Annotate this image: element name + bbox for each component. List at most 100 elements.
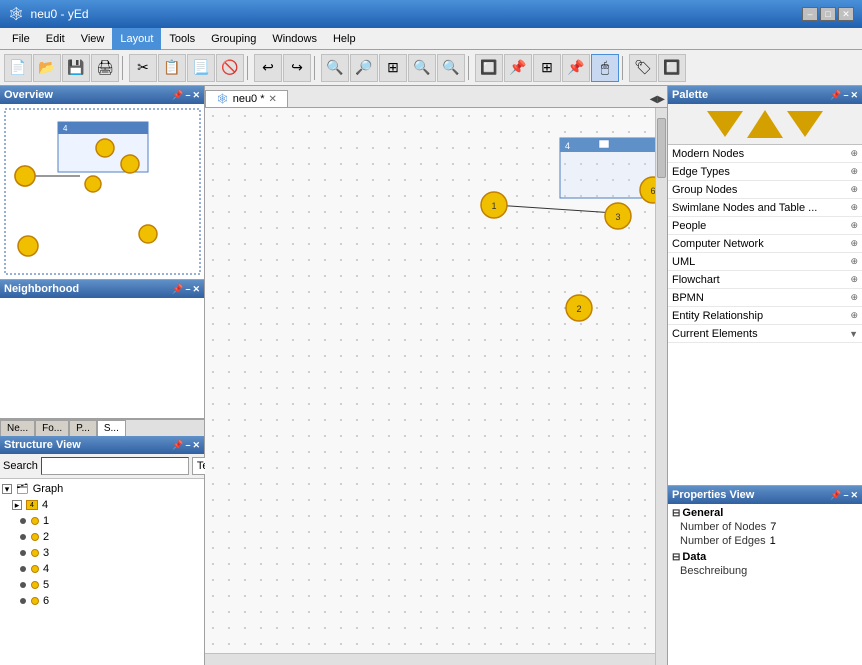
minimize-button[interactable]: – <box>802 7 818 21</box>
toolbar-zoom-sel[interactable]: 🔍 <box>437 54 465 82</box>
scrollbar-v-thumb[interactable] <box>657 118 666 178</box>
toolbar-zoom-fit[interactable]: ⊞ <box>379 54 407 82</box>
menu-grouping[interactable]: Grouping <box>203 28 264 50</box>
neighborhood-min[interactable]: – <box>185 284 190 295</box>
toolbar-delete[interactable]: 🚫 <box>216 54 244 82</box>
neighborhood-pin[interactable]: 📌 <box>172 284 183 295</box>
tab-next[interactable]: ▶ <box>657 94 665 105</box>
scrollbar-horizontal[interactable] <box>205 653 655 665</box>
palette-item-people[interactable]: People ⊕ <box>668 217 862 235</box>
graph-canvas[interactable]: 4 1 3 <box>205 108 667 665</box>
tab-prev[interactable]: ◀ <box>650 94 658 105</box>
menu-view[interactable]: View <box>73 28 113 50</box>
search-input[interactable] <box>41 457 189 475</box>
palette-swimlane-expand-icon: ⊕ <box>850 202 858 213</box>
scrollbar-vertical[interactable] <box>655 108 667 665</box>
palette-item-flowchart[interactable]: Flowchart ⊕ <box>668 271 862 289</box>
toolbar-save[interactable]: 💾 <box>62 54 90 82</box>
menu-edit[interactable]: Edit <box>38 28 73 50</box>
toolbar-grid[interactable]: ⊞ <box>533 54 561 82</box>
palette-item-swimlane[interactable]: Swimlane Nodes and Table ... ⊕ <box>668 199 862 217</box>
palette-item-bpmn[interactable]: BPMN ⊕ <box>668 289 862 307</box>
toolbar-print[interactable]: 🖨 <box>91 54 119 82</box>
palette-pin[interactable]: 📌 <box>830 90 841 101</box>
toolbar-undo[interactable]: ↩ <box>254 54 282 82</box>
tree-node-4[interactable]: 4 <box>2 561 202 577</box>
structure-min[interactable]: – <box>185 440 190 451</box>
maximize-button[interactable]: □ <box>820 7 836 21</box>
close-button[interactable]: ✕ <box>838 7 854 21</box>
palette-item-modern-nodes[interactable]: Modern Nodes ⊕ <box>668 145 862 163</box>
tree-node-1[interactable]: 1 <box>2 513 202 529</box>
tree-group-label: 4 <box>42 499 48 511</box>
tree-graph-root[interactable]: ▾ 🗂 Graph <box>2 481 202 497</box>
structure-close[interactable]: ✕ <box>192 440 200 451</box>
palette-item-computer-network[interactable]: Computer Network ⊕ <box>668 235 862 253</box>
toolbar-extra[interactable]: 🔲 <box>658 54 686 82</box>
toolbar-zoom-in[interactable]: 🔍 <box>321 54 349 82</box>
tree-node-3[interactable]: 3 <box>2 545 202 561</box>
toolbar-zoom-page[interactable]: 🔍 <box>408 54 436 82</box>
overview-controls: 📌 – ✕ <box>172 90 200 101</box>
toolbar-open[interactable]: 📂 <box>33 54 61 82</box>
toolbar-paste[interactable]: 📃 <box>187 54 215 82</box>
title-bar-controls: – □ ✕ <box>802 7 854 21</box>
toolbar-label[interactable]: 🏷 <box>629 54 657 82</box>
tab-nav: ◀ ▶ <box>648 92 667 107</box>
prop-data-header[interactable]: ⊟ Data <box>670 550 860 564</box>
structure-pin[interactable]: 📌 <box>172 440 183 451</box>
menu-layout[interactable]: Layout <box>112 28 161 50</box>
overview-pin[interactable]: 📌 <box>172 90 183 101</box>
tab-ne[interactable]: Ne... <box>0 420 35 436</box>
properties-min[interactable]: – <box>843 490 848 501</box>
toolbar-cut[interactable]: ✂ <box>129 54 157 82</box>
palette-close[interactable]: ✕ <box>850 90 858 101</box>
neighborhood-close[interactable]: ✕ <box>192 284 200 295</box>
shape-triangle-icon <box>747 110 783 138</box>
toolbar-orthogonal[interactable]: 📌 <box>562 54 590 82</box>
toolbar-zoom-out[interactable]: 🔎 <box>350 54 378 82</box>
palette-item-edge-types[interactable]: Edge Types ⊕ <box>668 163 862 181</box>
tab-fo[interactable]: Fo... <box>35 420 69 436</box>
toolbar-new[interactable]: 📄 <box>4 54 32 82</box>
tab-s[interactable]: S... <box>97 420 126 436</box>
properties-pin[interactable]: 📌 <box>830 490 841 501</box>
graph-group-collapse[interactable] <box>599 140 609 148</box>
palette-entity-expand-icon: ⊕ <box>850 310 858 321</box>
overview-close[interactable]: ✕ <box>192 90 200 101</box>
tree-node-2[interactable]: 2 <box>2 529 202 545</box>
prop-data-toggle: ⊟ <box>672 552 680 563</box>
neighborhood-canvas <box>0 298 204 418</box>
overview-min[interactable]: – <box>185 90 190 101</box>
palette-item-group-nodes[interactable]: Group Nodes ⊕ <box>668 181 862 199</box>
toolbar-copy[interactable]: 📋 <box>158 54 186 82</box>
palette-item-uml[interactable]: UML ⊕ <box>668 253 862 271</box>
toolbar-snap[interactable]: 📌 <box>504 54 532 82</box>
tree-node-5[interactable]: 5 <box>2 577 202 593</box>
tree-group-4[interactable]: ▸ 4 4 <box>2 497 202 513</box>
toolbar-sep5 <box>622 56 626 80</box>
tree-expand-root[interactable]: ▾ <box>2 484 12 494</box>
tree-expand-group[interactable]: ▸ <box>12 500 22 510</box>
properties-title: Properties View <box>672 489 754 501</box>
tab-p[interactable]: P... <box>69 420 97 436</box>
tree-node-6[interactable]: 6 <box>2 593 202 609</box>
properties-close[interactable]: ✕ <box>850 490 858 501</box>
graph-tab-close[interactable]: ✕ <box>269 94 277 105</box>
prop-general-header[interactable]: ⊟ General <box>670 506 860 520</box>
graph-tab-neu0[interactable]: 🕸 neu0 * ✕ <box>205 90 288 107</box>
right-panels: Palette 📌 – ✕ <box>667 86 862 665</box>
graph-svg: 4 1 3 <box>205 108 667 665</box>
toolbar-fit-content[interactable]: 🔲 <box>475 54 503 82</box>
palette-item-flowchart-label: Flowchart <box>672 274 720 286</box>
menu-help[interactable]: Help <box>325 28 364 50</box>
toolbar-redo[interactable]: ↪ <box>283 54 311 82</box>
palette-item-entity[interactable]: Entity Relationship ⊕ <box>668 307 862 325</box>
palette-item-swimlane-label: Swimlane Nodes and Table ... <box>672 202 817 214</box>
palette-item-current[interactable]: Current Elements ▼ <box>668 325 862 343</box>
menu-windows[interactable]: Windows <box>264 28 325 50</box>
menu-file[interactable]: File <box>4 28 38 50</box>
toolbar-edge-mode[interactable]: 🖱 <box>591 54 619 82</box>
palette-min[interactable]: – <box>843 90 848 101</box>
menu-tools[interactable]: Tools <box>161 28 203 50</box>
